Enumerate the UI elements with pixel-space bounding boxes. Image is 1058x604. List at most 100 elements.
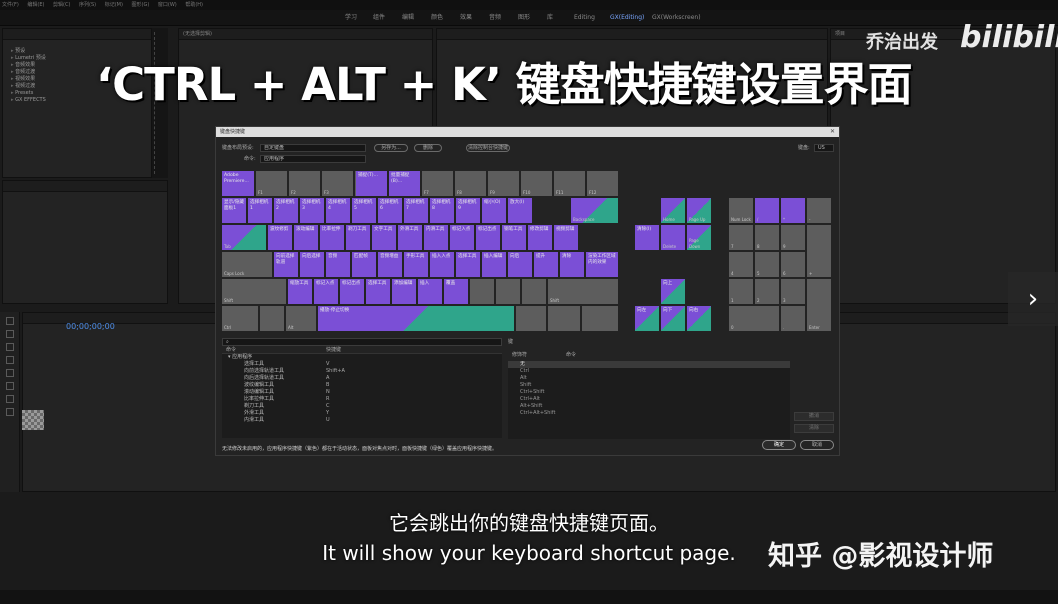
menu-graphics[interactable]: 图形(G) [132,2,150,8]
workspace-tab[interactable]: Editing [574,10,595,26]
key-arrow-left[interactable]: 向左 [635,306,659,331]
key-num[interactable]: 选择相机2 [274,198,298,223]
menu-sequence[interactable]: 序列(S) [79,2,96,8]
key-letter[interactable]: 插入编辑 [482,252,506,277]
key-letter[interactable]: 选择工具 [366,279,390,304]
chevron-right-icon[interactable]: › [1008,272,1058,326]
key-num[interactable]: 选择相机3 [300,198,324,223]
key-letter[interactable]: 内滑工具 [424,225,448,250]
key-numpad[interactable]: 3 [781,279,805,304]
key-num[interactable]: 选择相机1 [248,198,272,223]
key-enter[interactable]: 渲染工作区域内的效果 [586,252,618,277]
key-arrow-up[interactable]: 向上 [661,279,685,304]
workspace-tab[interactable]: 库 [547,10,553,26]
key-page-down[interactable]: Page Down [687,225,711,250]
key-space[interactable]: 播放-停止切换 [318,306,514,331]
key-shift-right[interactable]: Shift [548,279,618,304]
key-f9[interactable]: F9 [488,171,519,196]
modifier-row[interactable]: Alt+Shift [508,403,790,410]
type-tool-icon[interactable] [6,408,14,416]
workspace-tab[interactable]: 编辑 [402,10,414,26]
workspace-tab[interactable]: GX(Workscreen) [652,10,701,26]
modifier-row[interactable]: 无 [508,361,790,368]
key-letter[interactable]: 选择工具 [456,252,480,277]
key-letter[interactable]: 标记出点 [476,225,500,250]
clear-console-button[interactable]: 清除控制台快捷键 [466,144,510,152]
key-letter[interactable]: 覆盖 [444,279,468,304]
close-icon[interactable]: ✕ [830,127,835,137]
key-letter[interactable]: 音频增益 [378,252,402,277]
key-equal[interactable]: 放大(I) [508,198,532,223]
key-numpad[interactable]: 6 [781,252,805,277]
key-letter[interactable]: 剃刀工具 [346,225,370,250]
command-row[interactable]: 滚动编辑工具 N [222,389,502,396]
modifier-row[interactable]: Alt [508,375,790,382]
command-row[interactable]: 波纹编辑工具 B [222,382,502,389]
delete-button[interactable]: 删除 [414,144,442,152]
key-letter[interactable]: 缩放工具 [288,279,312,304]
undo-button[interactable]: 撤消 [794,412,834,421]
key-numpad[interactable]: / [755,198,779,223]
command-select[interactable]: 应用程序 [260,155,366,163]
slip-tool-icon[interactable] [6,369,14,377]
modifier-row[interactable]: Ctrl+Alt [508,396,790,403]
key-num[interactable]: 选择相机4 [326,198,350,223]
command-row[interactable]: 剃刀工具 C [222,403,502,410]
workspace-tab[interactable]: 颜色 [431,10,443,26]
key-f11[interactable]: F11 [554,171,585,196]
key-letter[interactable] [496,279,520,304]
workspace-tab[interactable]: 效果 [460,10,472,26]
key-page-up[interactable]: Page Up [687,198,711,223]
key-letter[interactable]: 添加编辑 [392,279,416,304]
pen-tool-icon[interactable] [6,382,14,390]
workspace-tab[interactable]: 学习 [345,10,357,26]
key-backspace[interactable]: Backspace [571,198,618,223]
workspace-tab[interactable]: 音频 [489,10,501,26]
modifier-row[interactable]: Ctrl+Alt+Shift [508,410,790,417]
menu-clip[interactable]: 剪辑(C) [53,2,70,8]
key-numpad[interactable]: 5 [755,252,779,277]
key-nav[interactable]: 清除(I) [635,225,659,250]
key-letter[interactable]: 钢笔工具 [502,225,526,250]
keyboard-select[interactable]: US [814,144,834,152]
key-numpad[interactable]: + [807,225,831,277]
key-numpad-0[interactable]: 0 [729,306,779,331]
menu-help[interactable]: 帮助(H) [185,2,203,8]
key-arrow-right[interactable]: 向右 [687,306,711,331]
hand-tool-icon[interactable] [6,395,14,403]
key-menu[interactable] [548,306,580,331]
menu-marker[interactable]: 标记(M) [105,2,123,8]
key-numpad[interactable]: 9 [781,225,805,250]
key-numpad[interactable]: 8 [755,225,779,250]
key-home[interactable]: Home [661,198,685,223]
key-letter[interactable]: 视频剪辑 [554,225,578,250]
key-num[interactable]: 选择相机5 [352,198,376,223]
key-delete[interactable]: Delete [661,225,685,250]
key-ctrl-right[interactable] [582,306,618,331]
key-esc[interactable]: Adobe Premiere... [222,171,254,196]
key-letter[interactable]: 向后 [508,252,532,277]
key-f7[interactable]: F7 [422,171,453,196]
key-letter[interactable]: 向后选择 [300,252,324,277]
key-f1[interactable]: F1 [256,171,287,196]
key-numpad[interactable]: 4 [729,252,753,277]
key-letter[interactable]: 标记入点 [314,279,338,304]
key-letter[interactable]: 滚动编辑 [294,225,318,250]
key-letter[interactable]: 修改剪辑 [528,225,552,250]
key-letter[interactable]: 标记出点 [340,279,364,304]
key-f8[interactable]: F8 [455,171,486,196]
key-letter[interactable]: 外滑工具 [398,225,422,250]
menu-edit[interactable]: 编辑(E) [27,2,44,8]
key-arrow-down[interactable]: 向下 [661,306,685,331]
menu-file[interactable]: 文件(F) [2,2,19,8]
key-letter[interactable] [522,279,546,304]
key-num[interactable]: 选择相机9 [456,198,480,223]
key-letter[interactable]: 标记入点 [450,225,474,250]
key-numpad[interactable]: * [781,198,805,223]
key-numpad-dot[interactable]: . [781,306,805,331]
clear-button[interactable]: 清除 [794,424,834,433]
key-alt-right[interactable] [516,306,546,331]
key-letter[interactable]: 提升 [534,252,558,277]
timeline-timecode[interactable]: 00;00;00;00 [66,322,115,331]
key-numpad[interactable]: - [807,198,831,223]
